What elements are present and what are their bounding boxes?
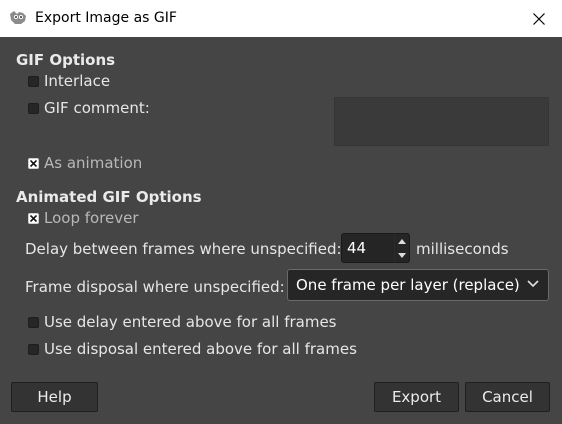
use-delay-all-label: Use delay entered above for all frames: [44, 313, 337, 331]
animated-gif-options-heading: Animated GIF Options: [16, 188, 202, 206]
as-animation-option[interactable]: As animation: [28, 154, 142, 172]
close-button[interactable]: [516, 0, 562, 37]
gif-comment-option[interactable]: GIF comment:: [28, 99, 150, 117]
spin-up-button[interactable]: [395, 234, 409, 248]
use-disposal-all-label: Use disposal entered above for all frame…: [44, 340, 357, 358]
spin-arrows: [394, 234, 409, 262]
gif-comment-checkbox[interactable]: [28, 102, 39, 114]
delay-value[interactable]: 44: [347, 234, 366, 262]
use-disposal-all-option[interactable]: Use disposal entered above for all frame…: [28, 340, 357, 358]
as-animation-checkbox[interactable]: [28, 157, 39, 169]
title-bar: Export Image as GIF: [0, 0, 562, 37]
delay-unit: milliseconds: [416, 240, 509, 258]
disposal-selected: One frame per layer (replace): [296, 276, 520, 294]
gif-comment-textarea[interactable]: [334, 97, 549, 146]
gimp-app-icon: [8, 9, 28, 27]
gif-options-heading: GIF Options: [16, 51, 116, 69]
cancel-button[interactable]: Cancel: [465, 382, 550, 412]
loop-forever-checkbox[interactable]: [28, 212, 39, 224]
use-disposal-all-checkbox[interactable]: [28, 343, 39, 355]
interlace-label: Interlace: [44, 72, 111, 90]
gif-comment-label: GIF comment:: [44, 99, 150, 117]
close-icon: [533, 12, 545, 25]
disposal-label: Frame disposal where unspecified:: [25, 278, 285, 296]
x-check-icon: [30, 214, 37, 222]
help-button[interactable]: Help: [11, 382, 98, 412]
dialog-content: GIF Options Interlace GIF comment: As an…: [0, 37, 562, 424]
loop-forever-label: Loop forever: [44, 209, 139, 227]
export-button[interactable]: Export: [374, 382, 459, 412]
x-check-icon: [30, 159, 37, 167]
arrow-down-icon: [398, 252, 406, 258]
window-title: Export Image as GIF: [35, 10, 177, 26]
use-delay-all-option[interactable]: Use delay entered above for all frames: [28, 313, 337, 331]
delay-label: Delay between frames where unspecified:: [25, 240, 342, 258]
spin-down-button[interactable]: [395, 248, 409, 262]
chevron-down-icon: [527, 280, 539, 288]
disposal-dropdown[interactable]: One frame per layer (replace): [287, 269, 549, 301]
interlace-option[interactable]: Interlace: [28, 72, 110, 90]
arrow-up-icon: [398, 238, 406, 244]
delay-spinbox[interactable]: 44: [341, 233, 410, 263]
interlace-checkbox[interactable]: [28, 75, 39, 87]
loop-forever-option[interactable]: Loop forever: [28, 209, 139, 227]
use-delay-all-checkbox[interactable]: [28, 316, 39, 328]
as-animation-label: As animation: [44, 154, 143, 172]
